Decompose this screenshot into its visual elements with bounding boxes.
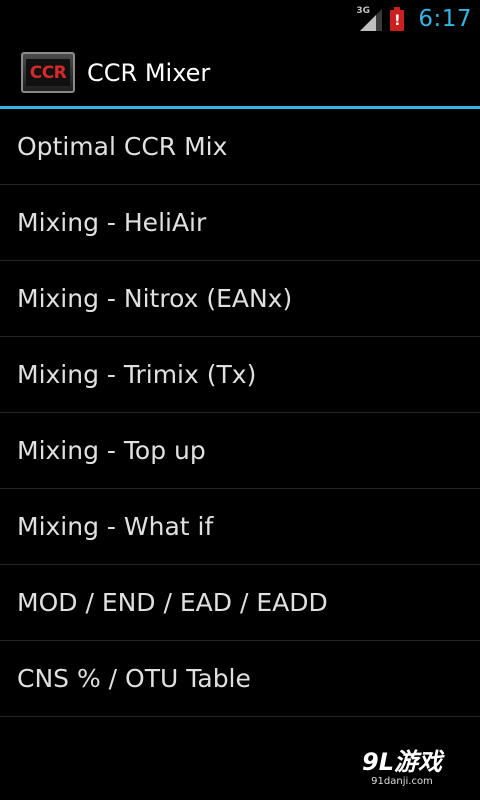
- menu-item-label: Mixing - What if: [17, 512, 214, 541]
- menu-item-cns-otu-table[interactable]: CNS % / OTU Table: [0, 641, 480, 717]
- menu-item-label: Mixing - Top up: [17, 436, 206, 465]
- menu-list: Optimal CCR Mix Mixing - HeliAir Mixing …: [0, 109, 480, 717]
- menu-item-optimal-ccr-mix[interactable]: Optimal CCR Mix: [0, 109, 480, 185]
- menu-item-mod-end-ead-eadd[interactable]: MOD / END / EAD / EADD: [0, 565, 480, 641]
- status-bar: 3G ! 6:17: [0, 0, 480, 38]
- menu-item-label: Mixing - Trimix (Tx): [17, 360, 257, 389]
- watermark-logo: 9L游戏: [362, 748, 442, 776]
- menu-item-label: Optimal CCR Mix: [17, 132, 228, 161]
- menu-item-mixing-what-if[interactable]: Mixing - What if: [0, 489, 480, 565]
- app-icon-text: CCR: [26, 59, 70, 86]
- menu-item-label: MOD / END / EAD / EADD: [17, 588, 328, 617]
- menu-item-mixing-top-up[interactable]: Mixing - Top up: [0, 413, 480, 489]
- status-icons: 3G ! 6:17: [356, 4, 472, 34]
- battery-alert-mark: !: [390, 10, 405, 31]
- app-icon[interactable]: CCR: [21, 52, 75, 93]
- menu-item-mixing-trimix[interactable]: Mixing - Trimix (Tx): [0, 337, 480, 413]
- clock: 6:17: [418, 6, 472, 32]
- action-bar: CCR CCR Mixer: [0, 38, 480, 109]
- menu-item-label: Mixing - HeliAir: [17, 208, 207, 237]
- menu-item-label: CNS % / OTU Table: [17, 664, 251, 693]
- app-title: CCR Mixer: [87, 59, 211, 87]
- signal-icon: 3G: [356, 6, 384, 32]
- menu-item-mixing-heliair[interactable]: Mixing - HeliAir: [0, 185, 480, 261]
- menu-item-label: Mixing - Nitrox (EANx): [17, 284, 293, 313]
- watermark-url: 91danji.com: [371, 776, 433, 787]
- battery-alert-icon: !: [390, 7, 405, 31]
- menu-item-mixing-nitrox[interactable]: Mixing - Nitrox (EANx): [0, 261, 480, 337]
- watermark: 9L游戏 91danji.com: [342, 748, 462, 792]
